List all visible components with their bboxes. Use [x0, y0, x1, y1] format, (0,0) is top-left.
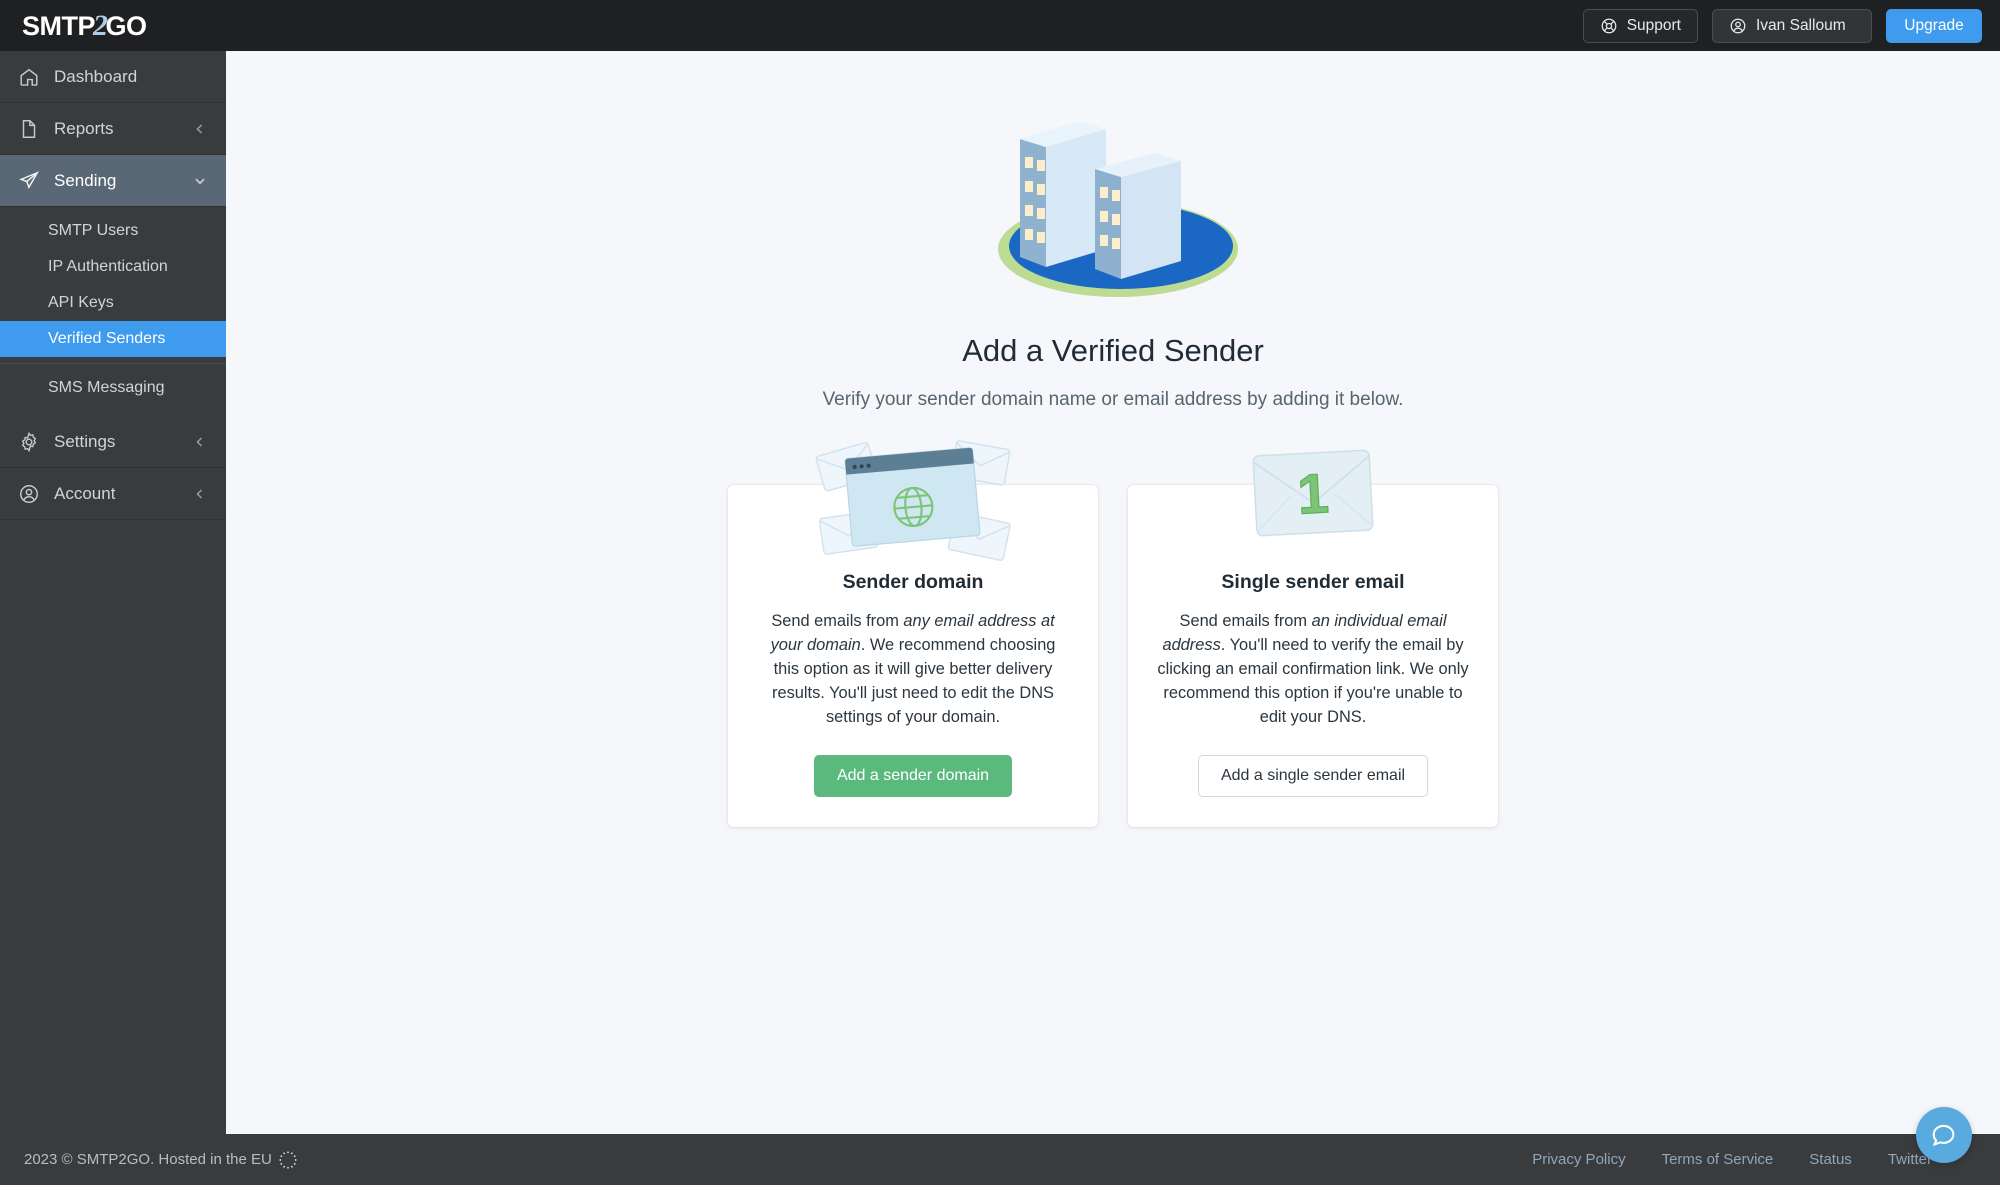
account-menu-button[interactable]: Ivan Salloum: [1712, 8, 1872, 43]
card-sender-domain: Sender domain Send emails from any email…: [728, 440, 1098, 827]
sidebar-subnav-sending: SMTP Users IP Authentication API Keys Ve…: [0, 207, 226, 416]
card-text-part: Send emails from: [771, 612, 904, 630]
sidebar-item-label: Dashboard: [54, 66, 138, 86]
footer-copyright: 2023 © SMTP2GO. Hosted in the EU: [24, 1151, 272, 1168]
document-icon: [22, 119, 36, 138]
card-art-wrap: 1: [1233, 425, 1393, 562]
paper-plane-icon: [19, 170, 39, 189]
app-logo[interactable]: SMTP 2 GO: [22, 9, 147, 43]
chevron-down-icon: [195, 178, 205, 184]
sidebar-subitem-label: SMTP Users: [48, 222, 139, 239]
eu-stars-icon: [279, 1150, 297, 1169]
account-menu-label: Ivan Salloum: [1756, 16, 1846, 34]
sidebar-item-ip-authentication[interactable]: IP Authentication: [0, 249, 226, 285]
add-sender-domain-button[interactable]: Add a sender domain: [813, 755, 1013, 797]
page-title: Add a Verified Sender: [962, 333, 1264, 368]
gear-icon: [21, 431, 37, 452]
support-button[interactable]: Support: [1582, 8, 1698, 43]
footer-links: Privacy Policy Terms of Service Status T…: [1532, 1151, 1932, 1168]
footer-link-privacy-policy[interactable]: Privacy Policy: [1532, 1151, 1625, 1168]
lifebuoy-icon: [1601, 18, 1617, 33]
upgrade-button-label: Upgrade: [1904, 16, 1964, 34]
envelope-one-illustration: 1: [1252, 449, 1374, 537]
user-circle-icon: [20, 484, 38, 503]
sidebar-subitem-label: Verified Senders: [48, 330, 166, 347]
card-description: Send emails from any email address at yo…: [756, 610, 1070, 730]
card-title: Sender domain: [842, 571, 984, 593]
footer: 2023 © SMTP2GO. Hosted in the EU Privacy…: [0, 1134, 2000, 1185]
card-single-sender-email: 1 Single sender email Send emails from a…: [1128, 449, 1498, 827]
chat-widget-button[interactable]: [1916, 1107, 1972, 1163]
home-icon: [20, 68, 38, 86]
sidebar-item-sending[interactable]: Sending: [0, 155, 226, 207]
sidebar-item-label: Reports: [54, 118, 114, 138]
sidebar-item-label: Settings: [54, 431, 116, 451]
sidebar-subitem-label: SMS Messaging: [48, 379, 165, 396]
logo-text-smtp: SMTP: [22, 10, 96, 41]
footer-link-status[interactable]: Status: [1809, 1151, 1852, 1168]
sidebar-item-account[interactable]: Account: [0, 468, 226, 520]
sidebar-subnav-divider: [0, 363, 226, 364]
svg-text:1: 1: [1296, 461, 1330, 526]
sidebar-subnav-group-2: SMS Messaging: [0, 370, 226, 414]
upgrade-button[interactable]: Upgrade: [1886, 8, 1982, 43]
sidebar-subitem-label: API Keys: [48, 294, 114, 311]
logo-text-go: GO: [105, 10, 148, 41]
hero-illustration-wrap: [226, 99, 2000, 309]
user-circle-icon: [1730, 18, 1746, 33]
sidebar: Dashboard Reports Sending SMTP Users IP …: [0, 51, 226, 1185]
chat-bubble-icon: [1932, 1124, 1955, 1147]
chevron-left-icon: [196, 436, 203, 447]
office-buildings-illustration: [998, 121, 1238, 297]
sidebar-item-api-keys[interactable]: API Keys: [0, 285, 226, 321]
main-content: Add a Verified Sender Verify your sender…: [226, 51, 2000, 1145]
footer-link-terms-of-service[interactable]: Terms of Service: [1662, 1151, 1774, 1168]
support-button-label: Support: [1626, 16, 1681, 34]
sidebar-item-label: Sending: [54, 170, 117, 190]
sidebar-item-label: Account: [54, 483, 116, 503]
sidebar-item-reports[interactable]: Reports: [0, 103, 226, 155]
page-subtitle: Verify your sender domain name or email …: [822, 389, 1404, 410]
sidebar-item-sms-messaging[interactable]: SMS Messaging: [0, 370, 226, 406]
option-cards: Sender domain Send emails from any email…: [226, 440, 2000, 827]
card-description: Send emails from an individual email add…: [1156, 610, 1470, 730]
add-single-sender-email-button[interactable]: Add a single sender email: [1197, 755, 1429, 797]
sidebar-item-settings[interactable]: Settings: [0, 416, 226, 468]
card-text-part: Send emails from: [1179, 612, 1312, 630]
top-bar-actions: Support Ivan Salloum Upgrade: [1582, 8, 1982, 43]
card-title: Single sender email: [1221, 571, 1405, 593]
sidebar-item-smtp-users[interactable]: SMTP Users: [0, 213, 226, 249]
top-bar: SMTP 2 GO Support Ivan Salloum Upgrade: [0, 0, 2000, 51]
sidebar-subitem-label: IP Authentication: [48, 258, 168, 275]
browser-globe-envelopes-illustration: [815, 440, 1011, 561]
sidebar-item-verified-senders[interactable]: Verified Senders: [0, 321, 226, 357]
chevron-left-icon: [196, 488, 203, 499]
footer-copyright-wrap: 2023 © SMTP2GO. Hosted in the EU: [24, 1149, 299, 1171]
card-art-wrap: [806, 425, 1021, 570]
sidebar-item-dashboard[interactable]: Dashboard: [0, 51, 226, 103]
chevron-left-icon: [196, 123, 203, 134]
